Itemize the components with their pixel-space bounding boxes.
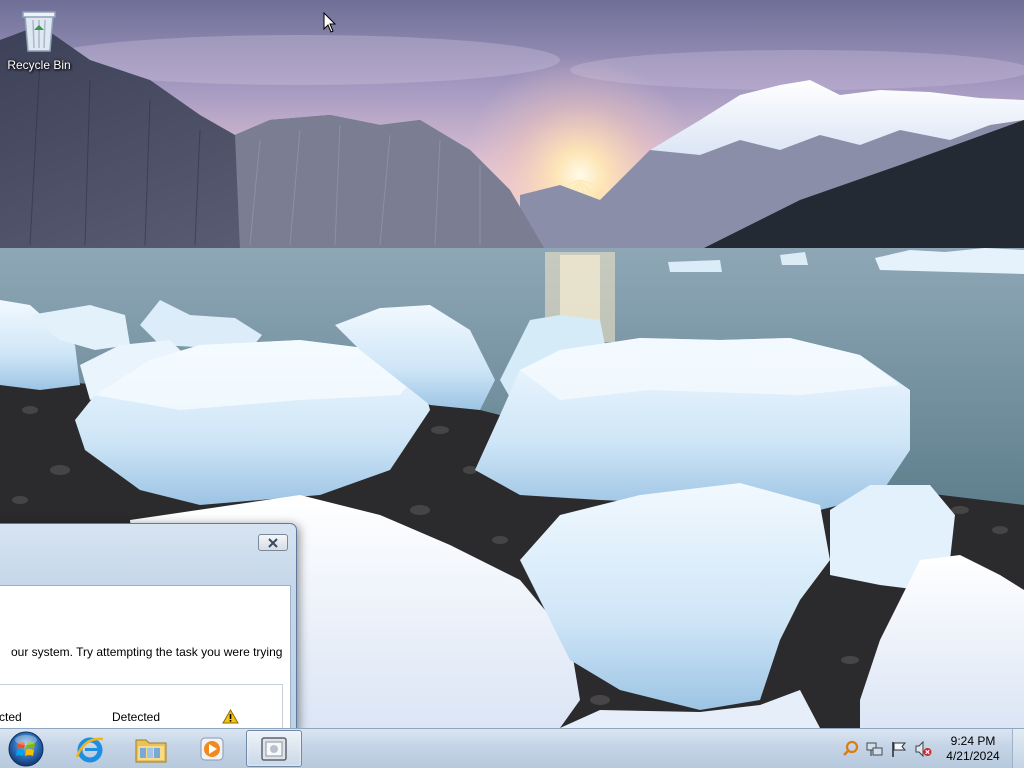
tray-action-center-button[interactable] bbox=[890, 740, 908, 758]
app-window-icon bbox=[261, 736, 287, 761]
warning-icon bbox=[222, 708, 239, 724]
network-icon bbox=[866, 742, 883, 756]
start-button[interactable] bbox=[6, 730, 46, 768]
dialog-message: our system. Try attempting the task you … bbox=[11, 645, 283, 659]
action-center-flag-icon bbox=[892, 742, 907, 757]
file-explorer-icon bbox=[135, 739, 167, 762]
desktop-icon-label: Recycle Bin bbox=[7, 58, 71, 72]
taskbar-file-explorer-button[interactable] bbox=[123, 730, 179, 767]
tray-network-button[interactable] bbox=[866, 740, 884, 758]
error-dialog-window: our system. Try attempting the task you … bbox=[0, 523, 297, 744]
recycle-bin-icon bbox=[19, 6, 59, 54]
search-icon bbox=[843, 740, 859, 756]
close-icon bbox=[268, 537, 278, 548]
detection-item-status: Detected bbox=[112, 710, 161, 724]
dialog-close-button[interactable] bbox=[258, 534, 288, 551]
tray-volume-button[interactable] bbox=[914, 740, 932, 758]
volume-muted-icon bbox=[915, 740, 932, 758]
clock-date: 4/21/2024 bbox=[946, 749, 1000, 763]
internet-explorer-icon bbox=[75, 737, 104, 762]
mouse-cursor-icon bbox=[323, 11, 337, 34]
show-desktop-button[interactable] bbox=[1012, 729, 1024, 768]
taskbar-internet-explorer-button[interactable] bbox=[62, 730, 118, 767]
detection-item-name: tected bbox=[0, 710, 22, 724]
taskbar-clock[interactable]: 9:24 PM 4/21/2024 bbox=[940, 734, 1006, 764]
desktop-icon-recycle-bin[interactable]: Recycle Bin bbox=[4, 6, 74, 76]
dialog-content-area: our system. Try attempting the task you … bbox=[0, 585, 291, 744]
tray-search-button[interactable] bbox=[842, 740, 860, 758]
taskbar-active-app-button[interactable] bbox=[246, 730, 302, 767]
clock-time: 9:24 PM bbox=[950, 734, 996, 748]
media-player-icon bbox=[200, 737, 224, 760]
taskbar-media-player-button[interactable] bbox=[184, 730, 240, 767]
taskbar: 9:24 PM 4/21/2024 bbox=[0, 728, 1024, 768]
windows-start-icon bbox=[8, 731, 44, 767]
